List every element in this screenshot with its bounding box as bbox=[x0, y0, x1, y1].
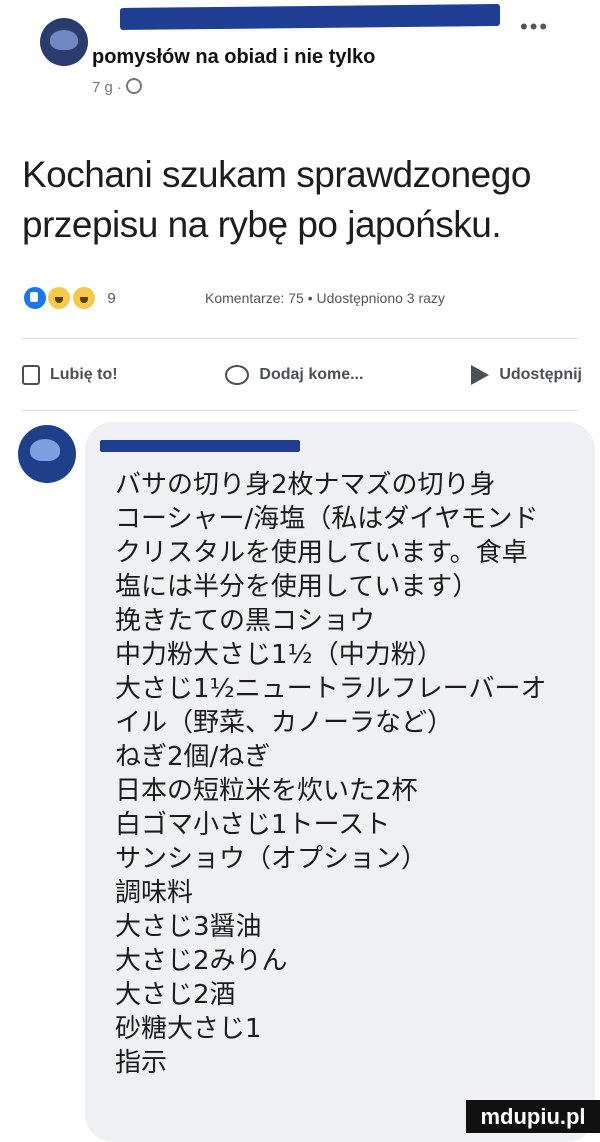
wow-reaction-icon bbox=[70, 285, 97, 311]
watermark-logo: mdupiu.pl bbox=[466, 1100, 600, 1133]
like-reaction-icon bbox=[22, 285, 48, 311]
divider-top bbox=[22, 338, 578, 339]
divider-bottom bbox=[22, 410, 578, 411]
comment-avatar[interactable] bbox=[18, 425, 76, 483]
like-button[interactable]: Lubię to! bbox=[22, 365, 118, 385]
share-label: Udostępnij bbox=[499, 366, 582, 383]
redacted-group-name-bar bbox=[120, 4, 500, 30]
post-time: 7 g · bbox=[92, 79, 123, 96]
haha-reaction-icon bbox=[46, 285, 73, 311]
share-button[interactable]: Udostępnij bbox=[471, 365, 582, 385]
comment-text: バサの切り身2枚ナマズの切り身 コーシャー/海塩（私はダイヤモンド クリスタルを… bbox=[115, 470, 547, 1078]
more-dots-icon[interactable]: ••• bbox=[520, 14, 549, 40]
comment-button[interactable]: Dodaj kome... bbox=[225, 365, 363, 385]
redacted-commenter-name bbox=[100, 440, 300, 452]
post-meta: 7 g · bbox=[92, 78, 143, 96]
like-label: Lubię to! bbox=[50, 366, 118, 383]
group-name[interactable]: pomysłów na obiad i nie tylko bbox=[92, 46, 375, 69]
comment-bubble-icon bbox=[225, 365, 250, 385]
share-arrow-icon bbox=[471, 365, 490, 385]
reaction-count: 9 bbox=[107, 289, 116, 307]
reactions-summary[interactable]: 9 bbox=[22, 285, 116, 311]
comment-label: Dodaj kome... bbox=[259, 366, 364, 383]
comment-share-stats[interactable]: Komentarze: 75 • Udostępniono 3 razy bbox=[205, 290, 445, 306]
post-text: Kochani szukam sprawdzonego przepisu na … bbox=[22, 154, 531, 245]
action-bar: Lubię to! Dodaj kome... Udostępnij bbox=[22, 355, 582, 395]
globe-icon bbox=[126, 78, 143, 94]
thumbs-up-icon bbox=[22, 365, 40, 385]
group-avatar[interactable] bbox=[40, 18, 88, 66]
